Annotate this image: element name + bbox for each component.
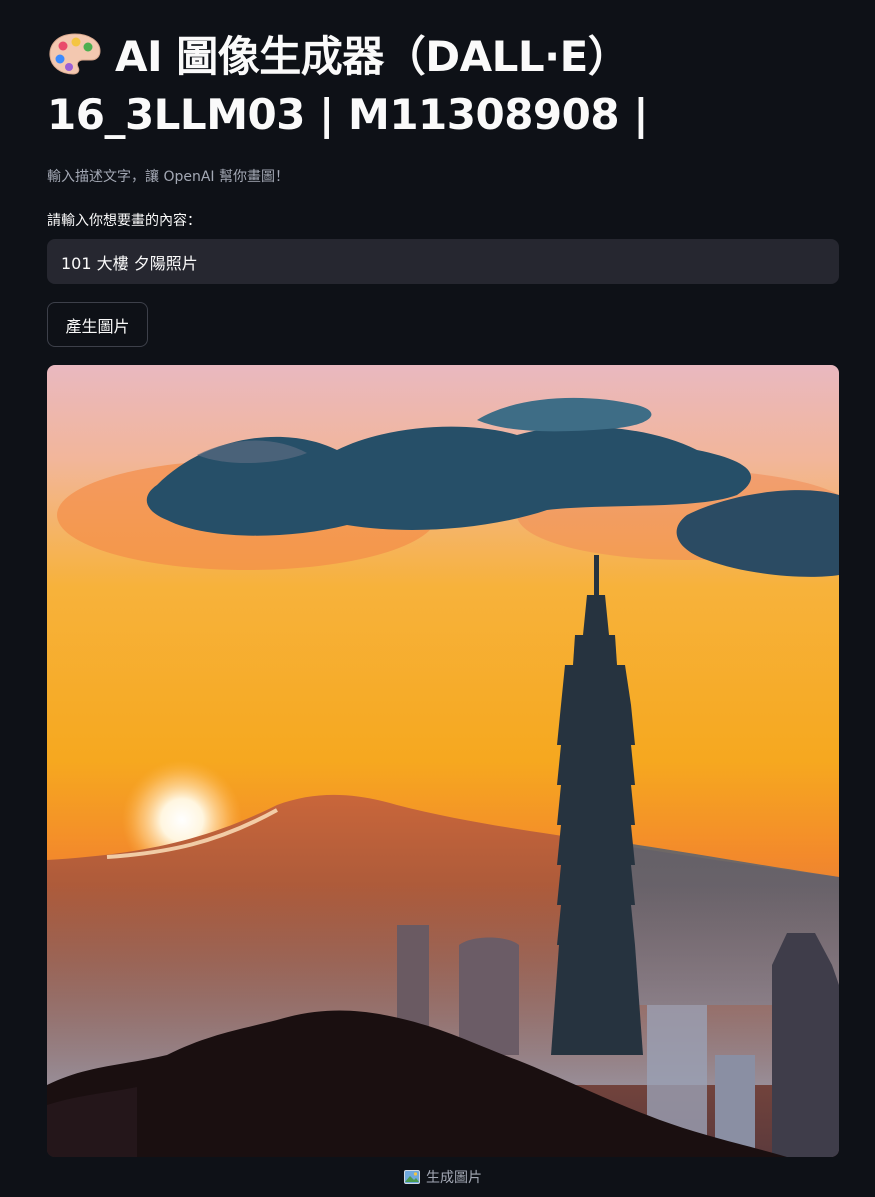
prompt-label: 請輸入你想要畫的內容： — [47, 213, 201, 229]
picture-icon — [404, 1170, 420, 1184]
generated-image — [47, 365, 839, 1157]
page-title: AI 圖像生成器（DALL·E）16_3LLM03 | M11308908 | — [47, 28, 839, 144]
page-subtitle: 輸入描述文字，讓 OpenAI 幫你畫圖！ — [47, 169, 289, 185]
generate-image-button[interactable]: 產生圖片 — [47, 302, 148, 347]
palette-icon — [47, 31, 103, 77]
prompt-input[interactable] — [47, 239, 839, 284]
image-caption-text: 生成圖片 — [426, 1170, 482, 1186]
page-title-text: AI 圖像生成器（DALL·E）16_3LLM03 | M11308908 | — [47, 32, 649, 139]
image-caption: 生成圖片 — [47, 1167, 839, 1187]
